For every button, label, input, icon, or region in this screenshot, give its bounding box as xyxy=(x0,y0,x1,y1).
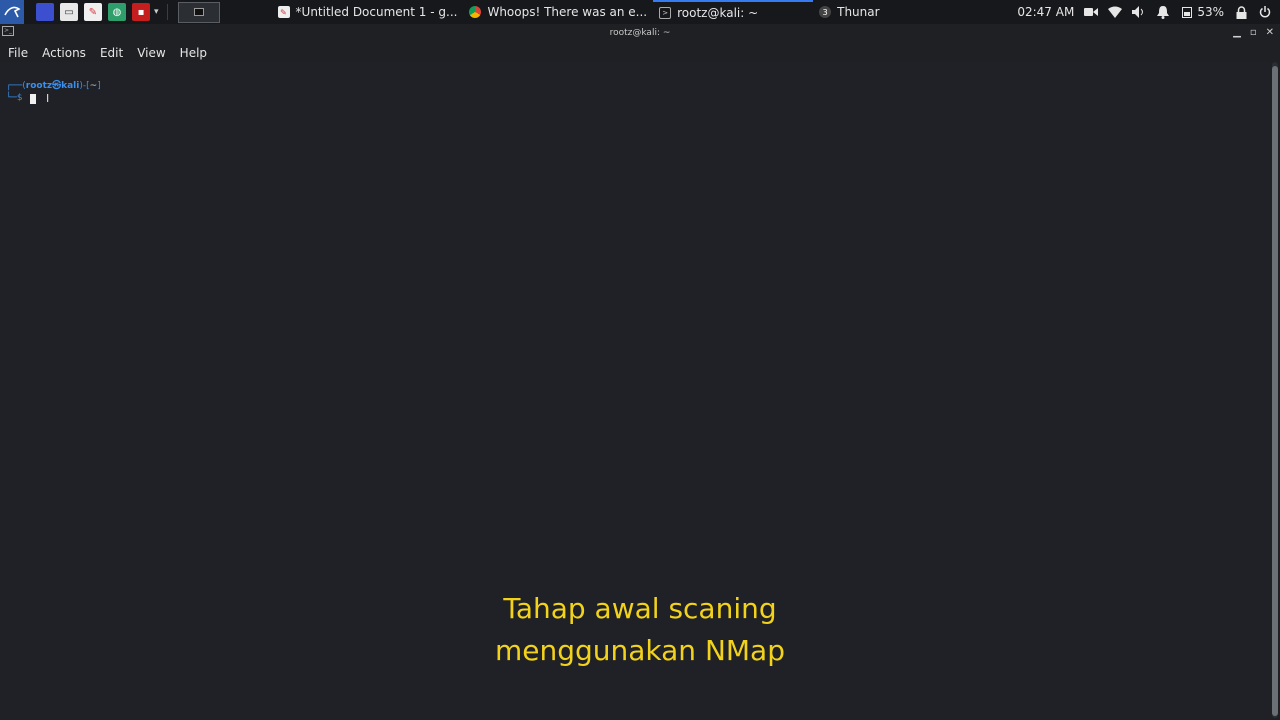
window-titlebar[interactable]: >_ rootz@kali: ~ ▁ ▫ ✕ xyxy=(0,24,1280,44)
video-caption: Tahap awal scaning menggunakan NMap xyxy=(0,588,1280,672)
window-title: rootz@kali: ~ xyxy=(609,28,671,38)
battery-percent: 53% xyxy=(1197,5,1224,19)
terminal-cursor xyxy=(30,94,36,104)
task-label: Thunar xyxy=(837,5,880,19)
folder-icon: 3 xyxy=(819,6,832,18)
battery-icon xyxy=(1180,5,1194,19)
app-launcher-icon[interactable]: ▪ xyxy=(132,3,150,21)
terminal-icon: > xyxy=(659,7,672,19)
prompt-user: rootz㉿kali xyxy=(25,81,80,91)
chrome-icon xyxy=(469,6,482,18)
task-chrome[interactable]: Whoops! There was an e... xyxy=(463,0,653,24)
volume-icon[interactable] xyxy=(1132,5,1146,19)
menu-help[interactable]: Help xyxy=(180,46,207,60)
terminal-thumbnail-icon xyxy=(193,8,204,16)
notification-bell-icon[interactable] xyxy=(1156,5,1170,19)
workspace-switcher[interactable] xyxy=(177,1,220,23)
menubar: File Actions Edit View Help xyxy=(0,44,1280,62)
launcher-bar: ▭ ✎ ◍ ▪ ▾ xyxy=(36,3,159,21)
lock-icon[interactable] xyxy=(1234,5,1248,19)
maximize-icon[interactable]: ▫ xyxy=(1250,27,1257,38)
document-icon: ✎ xyxy=(277,6,290,18)
clock[interactable]: 02:47 AM xyxy=(1017,5,1074,19)
browser-icon[interactable]: ◍ xyxy=(108,3,126,21)
video-camera-icon[interactable] xyxy=(1084,5,1099,19)
prompt-corner: ┌──( xyxy=(6,81,26,91)
system-tray: 02:47 AM 53% xyxy=(1017,0,1272,24)
caption-line-1: Tahap awal scaning xyxy=(503,592,777,625)
prompt-corner-bottom: └─ xyxy=(6,93,17,103)
text-editor-icon[interactable]: ✎ xyxy=(84,3,102,21)
prompt-bracket-close: ] xyxy=(97,81,101,91)
task-list: ✎ *Untitled Document 1 - g... Whoops! Th… xyxy=(272,0,886,24)
menu-file[interactable]: File xyxy=(8,46,28,60)
prompt-symbol: $ xyxy=(16,93,23,103)
close-icon[interactable]: ✕ xyxy=(1266,27,1274,38)
chevron-down-icon[interactable]: ▾ xyxy=(154,7,159,17)
task-terminal[interactable]: > rootz@kali: ~ xyxy=(653,0,814,24)
menu-actions[interactable]: Actions xyxy=(42,46,86,60)
desktop-icon[interactable] xyxy=(36,3,54,21)
wifi-icon[interactable] xyxy=(1108,5,1123,19)
mouse-ibeam-icon: I xyxy=(46,92,50,105)
minimize-icon[interactable]: ▁ xyxy=(1233,27,1241,38)
top-panel: ▭ ✎ ◍ ▪ ▾ ✎ *Untitled Document 1 - g... … xyxy=(0,0,1280,24)
task-thunar[interactable]: 3 Thunar xyxy=(813,0,885,24)
prompt-line: ┌──(rootz㉿kali)-[~] xyxy=(6,80,101,92)
battery-indicator[interactable]: 53% xyxy=(1180,5,1224,19)
task-label: *Untitled Document 1 - g... xyxy=(295,5,458,19)
task-untitled-document[interactable]: ✎ *Untitled Document 1 - g... xyxy=(272,0,464,24)
file-manager-icon[interactable]: ▭ xyxy=(60,3,78,21)
caption-line-2: menggunakan NMap xyxy=(494,634,785,667)
menu-edit[interactable]: Edit xyxy=(100,46,123,60)
task-label: rootz@kali: ~ xyxy=(677,6,759,20)
prompt-bracket: )-[ xyxy=(79,81,90,91)
separator xyxy=(166,4,168,20)
prompt-input-line: └─$ xyxy=(6,93,23,103)
menu-view[interactable]: View xyxy=(137,46,165,60)
kali-menu-icon[interactable] xyxy=(0,0,24,24)
power-icon[interactable] xyxy=(1258,5,1272,19)
task-label: Whoops! There was an e... xyxy=(487,5,648,19)
window-controls: ▁ ▫ ✕ xyxy=(1233,27,1274,38)
